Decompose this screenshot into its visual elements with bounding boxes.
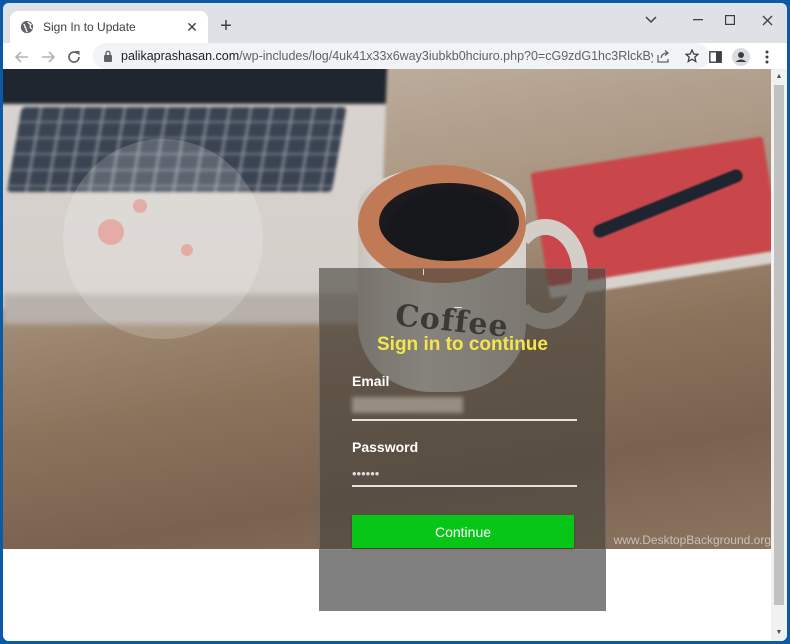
watermark-dot xyxy=(133,199,147,213)
scroll-thumb[interactable] xyxy=(774,85,784,605)
email-label: Email xyxy=(352,373,390,389)
arrow-right-icon xyxy=(42,51,55,63)
close-window-button[interactable] xyxy=(752,9,782,31)
login-panel: Sign in to continue Email Password Conti… xyxy=(319,268,606,611)
maximize-icon xyxy=(725,15,735,25)
background-credit: www.DesktopBackground.org xyxy=(613,533,771,547)
share-icon xyxy=(657,49,670,63)
panel-footer xyxy=(320,550,605,611)
profile-icon xyxy=(732,48,750,66)
watermark-dot xyxy=(181,244,193,256)
scroll-up-arrow-icon[interactable]: ▲ xyxy=(771,69,787,83)
tab-title: Sign In to Update xyxy=(43,20,136,34)
tab-strip: Sign In to Update ✕ + xyxy=(3,3,787,43)
tab-search-button[interactable] xyxy=(636,9,666,31)
reload-icon xyxy=(68,51,80,63)
decor-tick xyxy=(454,307,462,308)
scroll-down-arrow-icon[interactable]: ▼ xyxy=(771,625,787,639)
coffee-surface xyxy=(379,183,519,261)
menu-button[interactable] xyxy=(755,45,779,69)
address-bar[interactable]: palikaprashasan.com/wp-includes/log/4uk4… xyxy=(93,43,709,69)
page-content: Coffee www.DesktopBackground.org Sign in… xyxy=(3,69,771,641)
url-host: palikaprashasan.com xyxy=(121,49,240,63)
bookmark-button[interactable] xyxy=(681,45,703,67)
watermark-logo xyxy=(63,139,263,339)
side-panel-button[interactable] xyxy=(703,45,727,69)
browser-toolbar: palikaprashasan.com/wp-includes/log/4uk4… xyxy=(3,43,787,71)
close-icon xyxy=(762,15,772,25)
url-path: /wp-includes/log/4uk41x33x6way3iubkb0hci… xyxy=(239,49,653,63)
kebab-menu-icon xyxy=(765,50,769,64)
minimize-icon xyxy=(693,19,703,21)
browser-window: Sign In to Update ✕ + palikaprashasan.co… xyxy=(3,3,787,641)
maximize-button[interactable] xyxy=(715,9,745,31)
reload-button[interactable] xyxy=(62,45,86,69)
profile-button[interactable] xyxy=(729,45,753,69)
login-title: Sign in to continue xyxy=(377,334,548,355)
watermark-dot xyxy=(98,219,124,245)
side-panel-icon xyxy=(708,51,722,63)
password-input[interactable] xyxy=(352,461,577,487)
email-input[interactable] xyxy=(352,395,577,421)
back-button[interactable] xyxy=(10,45,34,69)
password-label: Password xyxy=(352,439,419,455)
decor-tick xyxy=(423,269,424,275)
arrow-left-icon xyxy=(15,51,28,63)
url-text: palikaprashasan.com/wp-includes/log/4uk4… xyxy=(121,49,653,63)
minimize-button[interactable] xyxy=(683,9,713,31)
chevron-down-icon xyxy=(645,16,657,24)
tab-close-icon[interactable]: ✕ xyxy=(182,17,202,37)
forward-button[interactable] xyxy=(36,45,60,69)
lock-icon xyxy=(104,50,112,62)
continue-button[interactable]: Continue xyxy=(352,515,574,548)
share-button[interactable] xyxy=(653,45,675,67)
new-tab-button[interactable]: + xyxy=(215,15,237,37)
star-icon xyxy=(685,49,699,63)
page-scrollbar[interactable]: ▲ ▼ xyxy=(771,69,787,641)
globe-icon xyxy=(20,20,34,34)
tab-active[interactable]: Sign In to Update ✕ xyxy=(10,11,208,43)
